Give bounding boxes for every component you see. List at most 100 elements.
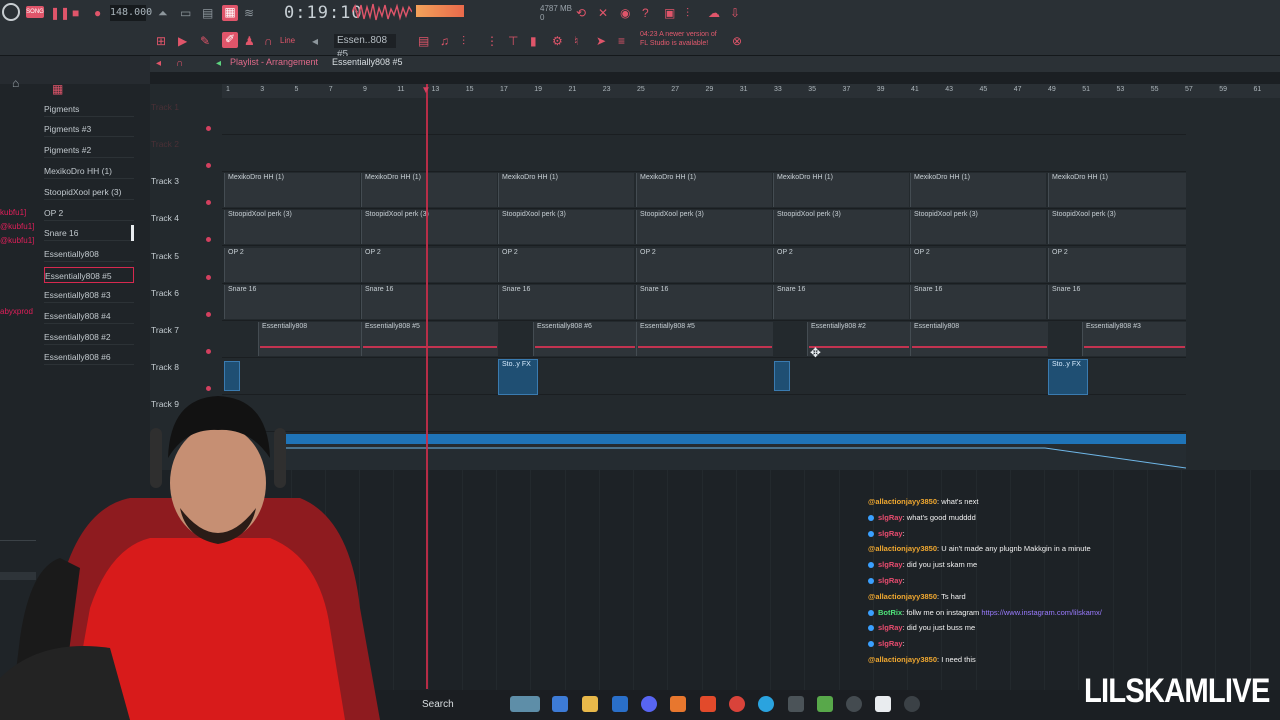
audio-clip-small[interactable] <box>224 361 240 391</box>
chat-username[interactable]: slgRay <box>878 639 903 648</box>
browser-item[interactable]: Essentially808 #3 <box>44 287 134 303</box>
chrome-icon[interactable] <box>729 696 745 712</box>
magnet-icon[interactable]: ∩ <box>264 34 273 48</box>
chat-username[interactable]: @allactionjayy3850 <box>868 655 937 664</box>
pattern-selector[interactable]: Essen..808 #5 <box>334 34 396 60</box>
plugin-icon[interactable]: ▮ <box>530 34 537 48</box>
pattern-clip[interactable]: Essentially808 #5 <box>636 322 773 356</box>
chat-username[interactable]: @allactionjayy3850 <box>868 497 937 506</box>
track-lane[interactable] <box>222 98 1186 135</box>
playhead-flag-icon[interactable]: ▼ <box>421 84 431 98</box>
piano-roll-icon[interactable]: ♫ <box>440 34 449 48</box>
pattern-clip[interactable]: Snare 16 <box>910 285 1046 319</box>
taskbar-search[interactable]: Search <box>422 699 454 710</box>
chat-link[interactable]: https://www.instagram.com/lilskamx/ <box>981 608 1101 617</box>
pattern-clip[interactable]: Essentially808 #6 <box>533 322 636 356</box>
pattern-clip[interactable]: OP 2 <box>636 248 772 282</box>
pattern-clip[interactable]: StoopidXool perk (3) <box>773 210 909 244</box>
track-mute-dot[interactable] <box>206 163 211 168</box>
mode-label[interactable]: Line <box>280 36 295 45</box>
mixer-window-icon[interactable]: ⫶ <box>462 34 465 48</box>
chat-bubble-icon[interactable]: ☁ <box>708 6 720 20</box>
folder-icon[interactable] <box>582 696 598 712</box>
chat-username[interactable]: slgRay <box>878 576 903 585</box>
pattern-clip[interactable]: StoopidXool perk (3) <box>498 210 634 244</box>
pattern-clip[interactable]: StoopidXool perk (3) <box>636 210 772 244</box>
pattern-clip[interactable]: MexikoDro HH (1) <box>636 173 772 207</box>
stop-icon[interactable]: ■ <box>72 6 79 20</box>
playhead-marker[interactable] <box>426 84 428 689</box>
metronome-icon[interactable]: ⏶ <box>158 6 168 20</box>
pattern-clip[interactable]: Snare 16 <box>224 285 360 319</box>
chat-username[interactable]: slgRay <box>878 560 903 569</box>
help-icon[interactable]: ? <box>642 6 649 20</box>
fl-logo-icon[interactable] <box>2 3 20 21</box>
browser-item[interactable]: Essentially808 <box>44 246 134 262</box>
hint-arrow-icon[interactable]: ◂ <box>156 57 161 71</box>
song-mode-button[interactable]: SONG <box>26 6 44 18</box>
chat-username[interactable]: BotRix <box>878 608 902 617</box>
undo-icon[interactable]: ⟲ <box>576 6 586 20</box>
tuner-icon[interactable]: ♮ <box>574 34 578 48</box>
pattern-clip[interactable]: Essentially808 <box>258 322 361 356</box>
pause-icon[interactable]: ❚❚ <box>50 6 70 20</box>
track-label[interactable]: Track 6 <box>151 288 179 298</box>
pattern-clip[interactable]: Snare 16 <box>773 285 909 319</box>
pattern-clip[interactable]: Snare 16 <box>361 285 497 319</box>
loop-record-icon[interactable]: ▦ <box>222 5 238 21</box>
chat-username[interactable]: @allactionjayy3850 <box>868 544 937 553</box>
pattern-clip[interactable]: OP 2 <box>910 248 1046 282</box>
tree-icon[interactable]: ⊤ <box>508 34 518 48</box>
browser-item[interactable]: Essentially808 #4 <box>44 308 134 324</box>
x-icon[interactable]: ✕ <box>598 6 608 20</box>
track-mute-dot[interactable] <box>206 312 211 317</box>
track-label[interactable]: Track 7 <box>151 325 179 335</box>
chat-username[interactable]: @allactionjayy3850 <box>868 592 937 601</box>
pattern-clip[interactable]: MexikoDro HH (1) <box>498 173 634 207</box>
tempo-display[interactable]: 148.000 <box>110 5 152 21</box>
pattern-clip[interactable]: MexikoDro HH (1) <box>1048 173 1186 207</box>
update-notice[interactable]: 04:23 A newer version of FL Studio is av… <box>640 30 717 48</box>
paint-icon[interactable]: ✐ <box>222 32 238 48</box>
pattern-clip[interactable]: OP 2 <box>498 248 634 282</box>
magnet-snap-icon[interactable]: ∩ <box>176 57 183 71</box>
piano-icon[interactable]: ⚙ <box>552 34 563 48</box>
chat-username[interactable]: slgRay <box>878 513 903 522</box>
mixer-icon[interactable]: ⫶ <box>686 6 689 20</box>
browser-item[interactable]: StoopidXool perk (3) <box>44 184 134 200</box>
browser-item[interactable]: Essentially808 #6 <box>44 349 134 365</box>
track-label[interactable]: Track 2 <box>151 139 179 149</box>
pattern-clip[interactable]: Essentially808 #5 <box>361 322 498 356</box>
browser-item[interactable]: Snare 16 <box>44 225 134 241</box>
breadcrumb-pattern[interactable]: Essentially808 #5 <box>332 57 403 67</box>
pattern-clip[interactable]: OP 2 <box>1048 248 1186 282</box>
media-icon[interactable] <box>904 696 920 712</box>
browser-item[interactable]: Pigments #3 <box>44 121 134 137</box>
brave-icon[interactable] <box>700 696 716 712</box>
track-mute-dot[interactable] <box>206 126 211 131</box>
wait-icon[interactable]: ▭ <box>180 6 191 20</box>
send-icon[interactable]: ➤ <box>596 34 606 48</box>
arrow-right-icon[interactable]: ▶ <box>178 34 187 48</box>
browser-scrollbar[interactable] <box>131 225 134 241</box>
track-label[interactable]: Track 1 <box>151 102 179 112</box>
pattern-clip[interactable]: OP 2 <box>773 248 909 282</box>
audio-clip[interactable]: Sto..y FX <box>498 359 538 395</box>
discord-icon[interactable] <box>641 696 657 712</box>
download-icon[interactable]: ⇩ <box>730 6 740 20</box>
chat-username[interactable]: slgRay <box>878 623 903 632</box>
track-label[interactable]: Track 5 <box>151 251 179 261</box>
track-mute-dot[interactable] <box>206 349 211 354</box>
pattern-clip[interactable]: StoopidXool perk (3) <box>224 210 360 244</box>
app2-icon[interactable] <box>846 696 862 712</box>
track-lane[interactable] <box>222 135 1186 172</box>
brush-icon[interactable]: ◂ <box>216 57 221 71</box>
script-icon[interactable]: ≡ <box>618 34 625 48</box>
pattern-clip[interactable]: MexikoDro HH (1) <box>773 173 909 207</box>
track-mute-dot[interactable] <box>206 200 211 205</box>
mic-icon[interactable]: ◉ <box>620 6 630 20</box>
channel-rack-icon[interactable]: ▤ <box>418 34 429 48</box>
record-icon[interactable]: ● <box>94 6 101 20</box>
track-label[interactable]: Track 8 <box>151 362 179 372</box>
browser-item[interactable]: MexikoDro HH (1) <box>44 163 134 179</box>
